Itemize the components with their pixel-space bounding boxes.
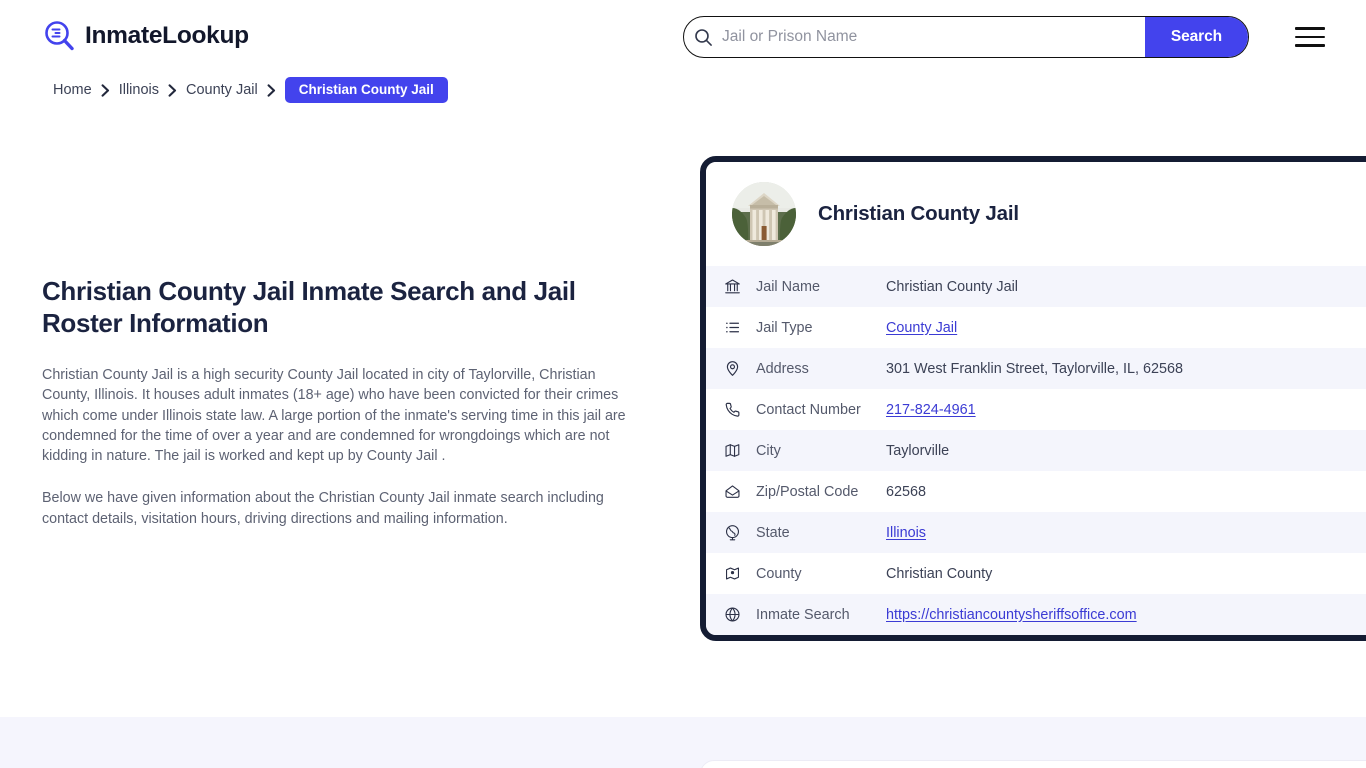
card-header: Christian County Jail: [706, 162, 1366, 266]
map-icon: [724, 442, 756, 459]
map-pin-icon: [724, 360, 756, 377]
search-icon: [684, 28, 722, 47]
breadcrumb-item-county-jail[interactable]: County Jail: [186, 82, 258, 98]
row-value: Christian County: [886, 565, 993, 582]
envelope-icon: [724, 483, 756, 500]
table-row: Address 301 West Franklin Street, Taylorv…: [706, 348, 1366, 389]
site-logo[interactable]: InmateLookup: [42, 19, 249, 53]
search-input[interactable]: [722, 17, 1145, 57]
breadcrumb-item-home[interactable]: Home: [53, 82, 92, 98]
list-icon: [724, 319, 756, 336]
main-content: Christian County Jail Inmate Search and …: [42, 275, 634, 529]
row-label: Inmate Search: [756, 606, 850, 623]
phone-icon: [724, 401, 756, 418]
row-value[interactable]: 217-824-4961: [886, 402, 976, 418]
row-label: Address: [756, 360, 809, 377]
globe-stand-icon: [724, 524, 756, 541]
hamburger-bar: [1295, 27, 1325, 30]
row-value[interactable]: Illinois: [886, 525, 926, 541]
search-bar[interactable]: Search: [683, 16, 1249, 58]
jail-info-card: Christian County Jail Jail Name Christian…: [700, 156, 1366, 641]
row-label: City: [756, 442, 781, 459]
search-button[interactable]: Search: [1144, 17, 1248, 57]
row-label: Jail Type: [756, 319, 813, 336]
magnifier-logo-icon: [42, 19, 76, 53]
table-row: Contact Number 217-824-4961: [706, 389, 1366, 430]
breadcrumb: Home Illinois County Jail Christian County …: [53, 77, 448, 103]
bank-icon: [724, 278, 756, 295]
row-value: 301 West Franklin Street, Taylorville, I…: [886, 360, 1184, 377]
map-location-icon: [724, 565, 756, 582]
row-label: State: [756, 524, 790, 541]
table-row: Jail Name Christian County Jail: [706, 266, 1366, 307]
breadcrumb-item-christian-county-jail[interactable]: Christian County Jail: [284, 77, 448, 103]
breadcrumb-item-illinois[interactable]: Illinois: [119, 82, 159, 98]
brand-name: InmateLookup: [85, 21, 249, 49]
table-row: State Illinois: [706, 512, 1366, 553]
globe-icon: [724, 606, 756, 623]
hamburger-bar: [1295, 44, 1325, 47]
card-title: Christian County Jail: [818, 202, 1019, 225]
row-label: Jail Name: [756, 278, 820, 295]
table-row: Jail Type County Jail: [706, 307, 1366, 348]
row-label: Zip/Postal Code: [756, 483, 859, 500]
courthouse-thumbnail: [732, 182, 796, 246]
description-paragraph-1: Christian County Jail is a high security…: [42, 367, 626, 465]
chevron-right-icon: [168, 83, 177, 97]
row-value: Taylorville: [886, 442, 950, 459]
table-row: City Taylorville: [706, 430, 1366, 471]
row-value[interactable]: County Jail: [886, 320, 957, 336]
lower-section-card: [700, 760, 1366, 768]
table-row: Zip/Postal Code 62568: [706, 471, 1366, 512]
row-value[interactable]: https://christiancountysheriffsoffice.co…: [886, 607, 1137, 623]
table-row: Inmate Search https://christiancountysher…: [706, 594, 1366, 635]
hamburger-bar: [1295, 35, 1325, 39]
site-header: InmateLookup Search: [0, 0, 1366, 74]
row-value: 62568: [886, 483, 927, 500]
jail-info-table: Jail Name Christian County Jail Jail Type C…: [706, 266, 1366, 635]
chevron-right-icon: [267, 83, 276, 97]
table-row: County Christian County: [706, 553, 1366, 594]
row-label: Contact Number: [756, 401, 861, 418]
chevron-right-icon: [101, 83, 110, 97]
row-label: County: [756, 565, 802, 582]
page-root: InmateLookup Search Home Illinois County J…: [0, 0, 1366, 768]
page-title: Christian County Jail Inmate Search and …: [42, 276, 576, 338]
hamburger-menu-icon[interactable]: [1295, 26, 1325, 48]
row-value: Christian County Jail: [886, 278, 1018, 295]
description-paragraph-2: Below we have given information about th…: [42, 490, 604, 527]
